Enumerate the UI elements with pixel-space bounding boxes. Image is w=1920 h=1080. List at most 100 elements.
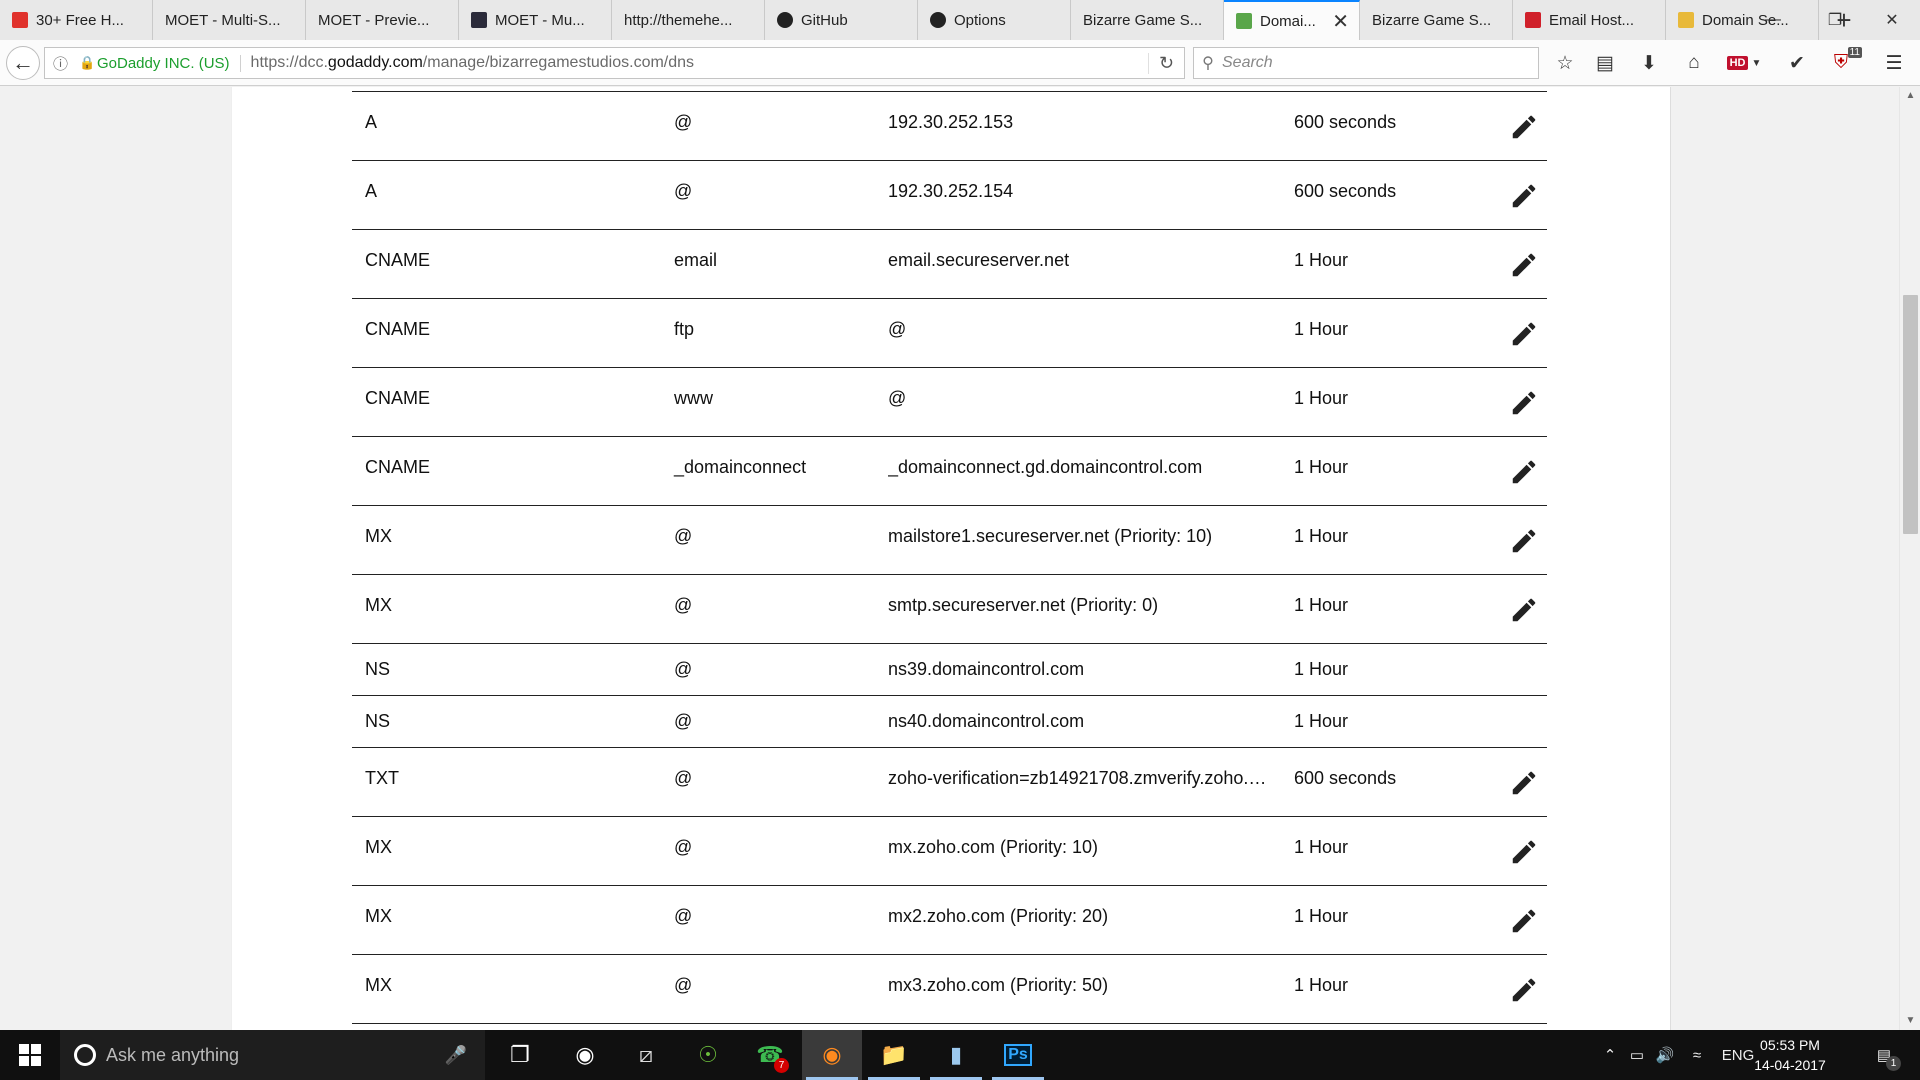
tab-label: Email Host...: [1549, 11, 1635, 29]
record-type: A: [365, 112, 378, 132]
edit-record-button[interactable]: [1509, 837, 1539, 867]
info-icon[interactable]: ⓘ: [53, 53, 75, 74]
record-type: CNAME: [365, 319, 431, 339]
github-icon: [930, 12, 946, 28]
edit-record-button[interactable]: [1509, 250, 1539, 280]
dns-record-row: CNAME www @1 Hour: [352, 368, 1547, 437]
close-tab-icon[interactable]: ✕: [1332, 9, 1349, 34]
record-value: mx2.zoho.com (Priority: 20): [888, 906, 1109, 926]
dns-record-row: CNAME ftp @1 Hour: [352, 299, 1547, 368]
minimize-button[interactable]: —: [1745, 0, 1801, 40]
record-type: MX: [365, 975, 392, 995]
scroll-up-arrow-icon[interactable]: ▲: [1900, 87, 1920, 105]
address-bar[interactable]: ⓘ 🔒 GoDaddy INC. (US) https://dcc.godadd…: [44, 47, 1185, 79]
edit-record-button[interactable]: [1509, 526, 1539, 556]
bookmark-star-icon[interactable]: ☆: [1550, 49, 1580, 77]
taskbar-app-whatsapp[interactable]: ☎ 7: [740, 1030, 800, 1080]
tab-8[interactable]: Bizarre Game S...: [1071, 0, 1224, 40]
taskbar-app-visual-studio[interactable]: ⧄: [616, 1030, 676, 1080]
ublock-icon[interactable]: ⛨ 11: [1826, 47, 1862, 77]
notification-count: 1: [1886, 1056, 1901, 1071]
taskbar-app-photoshop[interactable]: Ps: [988, 1030, 1048, 1080]
scrollbar-thumb[interactable]: [1903, 295, 1918, 534]
zoho-icon: [1525, 12, 1541, 28]
tab-10[interactable]: Bizarre Game S...: [1360, 0, 1513, 40]
pencil-icon: [1512, 840, 1536, 864]
tab-3[interactable]: MOET - Previe...: [306, 0, 459, 40]
record-value: email.secureserver.net: [888, 250, 1070, 270]
task-view-button[interactable]: ❐: [490, 1030, 550, 1080]
microphone-icon[interactable]: 🎤: [445, 1045, 467, 1066]
reload-icon[interactable]: ↻: [1148, 52, 1184, 74]
system-clock[interactable]: 05:53 PM 14-04-2017: [1745, 1035, 1835, 1075]
edit-record-button[interactable]: [1509, 975, 1539, 1005]
scroll-down-arrow-icon[interactable]: ▼: [1900, 1012, 1920, 1030]
record-ttl: 1 Hour: [1294, 319, 1349, 339]
tab-strip: 30+ Free H... MOET - Multi-S... MOET - Pre…: [0, 0, 1920, 40]
close-window-button[interactable]: ✕: [1864, 0, 1920, 40]
hd-extension-button[interactable]: HD ▼: [1722, 49, 1766, 77]
taskbar-app-media[interactable]: ◉: [555, 1030, 615, 1080]
record-ttl: 1 Hour: [1294, 711, 1349, 731]
whatsapp-badge: 7: [774, 1058, 789, 1073]
record-ttl: 1 Hour: [1294, 526, 1349, 546]
edit-record-button[interactable]: [1509, 595, 1539, 625]
url-text[interactable]: https://dcc.godaddy.com/manage/bizarrega…: [251, 54, 695, 72]
back-button[interactable]: ←: [6, 46, 40, 80]
tab-9[interactable]: Domai... ✕: [1224, 0, 1360, 40]
clock-date: 14-04-2017: [1754, 1057, 1826, 1073]
record-type: MX: [365, 837, 392, 857]
battery-icon[interactable]: ▭: [1624, 1030, 1650, 1080]
start-button[interactable]: [0, 1030, 60, 1080]
page-scrollbar[interactable]: ▲ ▼: [1899, 87, 1920, 1030]
edit-record-button[interactable]: [1509, 768, 1539, 798]
media-player-icon: ◉: [575, 1042, 595, 1067]
edit-record-button[interactable]: [1509, 906, 1539, 936]
pencil-icon: [1512, 184, 1536, 208]
wifi-icon[interactable]: ≈: [1684, 1030, 1710, 1080]
cortana-search-box[interactable]: Ask me anything 🎤: [60, 1030, 485, 1080]
edit-record-button[interactable]: [1509, 388, 1539, 418]
tab-4[interactable]: MOET - Mu...: [459, 0, 612, 40]
tab-7[interactable]: Options: [918, 0, 1071, 40]
ublock-count-badge: 11: [1847, 47, 1862, 58]
reading-list-icon[interactable]: ▤: [1590, 49, 1620, 77]
record-value: ns40.domaincontrol.com: [888, 711, 1085, 731]
tab-6[interactable]: GitHub: [765, 0, 918, 40]
taskbar-app-file-explorer[interactable]: 📁: [864, 1030, 924, 1080]
edit-record-button[interactable]: [1509, 457, 1539, 487]
windows-taskbar: Ask me anything 🎤 ❐ ◉ ⧄ ☉ ☎ 7 ◉ 📁 ▮ Ps ⌃ …: [0, 1030, 1920, 1080]
volume-icon[interactable]: 🔊: [1652, 1030, 1678, 1080]
page-viewport: A @192.30.252.153 600 seconds A @192.30.252.…: [0, 87, 1920, 1030]
url-prefix: https://dcc.: [250, 54, 328, 71]
tab-1[interactable]: 30+ Free H...: [0, 0, 153, 40]
restore-button[interactable]: ❐: [1807, 0, 1863, 40]
edit-record-button[interactable]: [1509, 181, 1539, 211]
pocket-icon[interactable]: ✔: [1782, 49, 1812, 77]
record-type: NS: [365, 711, 391, 731]
edit-record-button[interactable]: [1509, 112, 1539, 142]
dns-record-row: MX @ mx.zoho.com (Priority: 10) 1 Hour: [352, 817, 1547, 886]
record-type: MX: [365, 526, 392, 546]
show-hidden-icons-button[interactable]: ⌃: [1598, 1030, 1622, 1080]
tab-2[interactable]: MOET - Multi-S...: [153, 0, 306, 40]
action-center-button[interactable]: ▤ 1: [1864, 1030, 1904, 1080]
dropdown-arrow-icon: ▼: [1751, 57, 1762, 69]
home-icon[interactable]: ⌂: [1679, 49, 1709, 77]
edit-record-button[interactable]: [1509, 319, 1539, 349]
search-placeholder: Search: [1222, 54, 1273, 71]
dns-record-row: MX @ mailstore1.secureserver.net (Priority…: [352, 506, 1547, 575]
taskbar-app-notes[interactable]: ▮: [926, 1030, 986, 1080]
search-bar[interactable]: ⚲ Search: [1193, 47, 1539, 79]
tab-5[interactable]: http://themehe...: [612, 0, 765, 40]
clock-time: 05:53 PM: [1760, 1037, 1820, 1053]
record-value: @: [888, 388, 907, 408]
download-icon[interactable]: ⬇: [1634, 49, 1664, 77]
site-identity[interactable]: GoDaddy INC. (US): [97, 54, 241, 72]
menu-icon[interactable]: ☰: [1879, 49, 1909, 77]
dns-record-row: MX @ smtp.secureserver.net (Priority: 0) 1 …: [352, 575, 1547, 644]
taskbar-app-firefox[interactable]: ◉: [802, 1030, 862, 1080]
taskbar-app-utorrent[interactable]: ☉: [678, 1030, 738, 1080]
dns-record-row: NS @ ns40.domaincontrol.com 1 Hour: [352, 696, 1547, 748]
tab-11[interactable]: Email Host...: [1513, 0, 1666, 40]
